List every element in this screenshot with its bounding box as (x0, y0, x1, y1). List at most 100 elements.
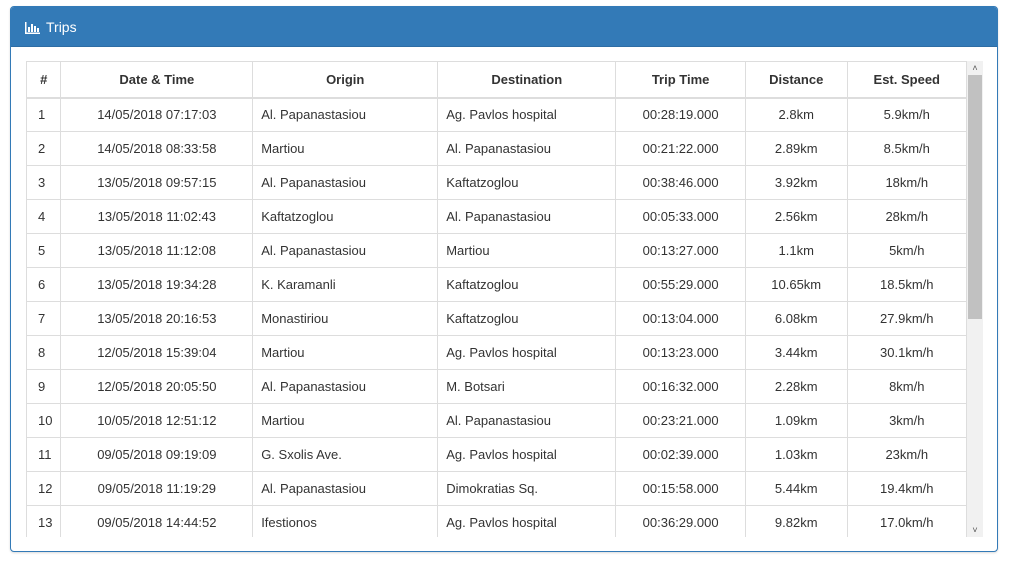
table-row[interactable]: 13 09/05/2018 14:44:52 Ifestionos Ag. Pavlo… (26, 505, 967, 537)
cell-est-speed: 18km/h (846, 165, 967, 200)
cell-destination: Dimokratias Sq. (437, 471, 617, 506)
cell-trip-time: 00:13:04.000 (615, 301, 746, 336)
cell-distance: 6.08km (744, 301, 848, 336)
table-row[interactable]: 1 14/05/2018 07:17:03 Al. Papanastasiou Ag.… (26, 97, 967, 132)
cell-destination: Kaftatzoglou (437, 267, 617, 302)
table-row[interactable]: 3 13/05/2018 09:57:15 Al. Papanastasiou Kaf… (26, 165, 967, 200)
cell-distance: 2.56km (744, 199, 848, 234)
table-row[interactable]: 5 13/05/2018 11:12:08 Al. Papanastasiou Mar… (26, 233, 967, 268)
cell-date-time: 13/05/2018 11:12:08 (60, 233, 254, 268)
cell-distance: 1.1km (744, 233, 848, 268)
cell-destination: Al. Papanastasiou (437, 131, 617, 166)
cell-date-time: 12/05/2018 20:05:50 (60, 369, 254, 404)
cell-distance: 2.89km (744, 131, 848, 166)
cell-destination: Al. Papanastasiou (437, 199, 617, 234)
cell-destination: Ag. Pavlos hospital (437, 437, 617, 472)
cell-est-speed: 30.1km/h (846, 335, 967, 370)
cell-origin: Al. Papanastasiou (252, 471, 439, 506)
cell-index: 9 (26, 369, 62, 404)
bar-chart-icon (25, 21, 40, 34)
cell-trip-time: 00:13:23.000 (615, 335, 746, 370)
cell-distance: 3.44km (744, 335, 848, 370)
cell-origin: Al. Papanastasiou (252, 369, 439, 404)
panel-heading: Trips (11, 7, 997, 47)
cell-trip-time: 00:28:19.000 (615, 97, 746, 132)
cell-index: 13 (26, 505, 62, 537)
cell-origin: Al. Papanastasiou (252, 233, 439, 268)
cell-est-speed: 28km/h (846, 199, 967, 234)
cell-origin: Ifestionos (252, 505, 439, 537)
cell-est-speed: 27.9km/h (846, 301, 967, 336)
cell-index: 12 (26, 471, 62, 506)
cell-index: 5 (26, 233, 62, 268)
cell-origin: Kaftatzoglou (252, 199, 439, 234)
cell-trip-time: 00:21:22.000 (615, 131, 746, 166)
table-row[interactable]: 4 13/05/2018 11:02:43 Kaftatzoglou Al. Papa… (26, 199, 967, 234)
cell-distance: 1.09km (744, 403, 848, 438)
cell-date-time: 09/05/2018 14:44:52 (60, 505, 254, 537)
table-row[interactable]: 11 09/05/2018 09:19:09 G. Sxolis Ave. Ag. P… (26, 437, 967, 472)
panel-title: Trips (46, 18, 77, 35)
column-header-date-time[interactable]: Date & Time (60, 61, 254, 99)
cell-destination: Ag. Pavlos hospital (437, 97, 617, 132)
cell-destination: Al. Papanastasiou (437, 403, 617, 438)
table-header-row: # Date & Time Origin Destination Trip Ti… (26, 61, 967, 99)
cell-trip-time: 00:36:29.000 (615, 505, 746, 537)
cell-distance: 5.44km (744, 471, 848, 506)
chevron-up-icon[interactable]: ˄ (967, 61, 983, 75)
cell-destination: Martiou (437, 233, 617, 268)
cell-distance: 3.92km (744, 165, 848, 200)
cell-origin: K. Karamanli (252, 267, 439, 302)
cell-date-time: 09/05/2018 11:19:29 (60, 471, 254, 506)
column-header-trip-time[interactable]: Trip Time (615, 61, 746, 99)
cell-trip-time: 00:23:21.000 (615, 403, 746, 438)
trips-table-scroll-area[interactable]: # Date & Time Origin Destination Trip Ti… (26, 61, 967, 537)
cell-trip-time: 00:16:32.000 (615, 369, 746, 404)
cell-index: 3 (26, 165, 62, 200)
chevron-down-icon[interactable]: ˅ (967, 523, 983, 537)
cell-date-time: 10/05/2018 12:51:12 (60, 403, 254, 438)
cell-index: 2 (26, 131, 62, 166)
cell-origin: G. Sxolis Ave. (252, 437, 439, 472)
table-row[interactable]: 12 09/05/2018 11:19:29 Al. Papanastasiou Di… (26, 471, 967, 506)
column-header-index[interactable]: # (26, 61, 62, 99)
cell-est-speed: 8.5km/h (846, 131, 967, 166)
cell-index: 7 (26, 301, 62, 336)
cell-trip-time: 00:38:46.000 (615, 165, 746, 200)
cell-date-time: 14/05/2018 08:33:58 (60, 131, 254, 166)
table-row[interactable]: 9 12/05/2018 20:05:50 Al. Papanastasiou M. … (26, 369, 967, 404)
cell-index: 11 (26, 437, 62, 472)
column-header-destination[interactable]: Destination (437, 61, 617, 99)
cell-origin: Martiou (252, 131, 439, 166)
cell-trip-time: 00:02:39.000 (615, 437, 746, 472)
cell-distance: 1.03km (744, 437, 848, 472)
cell-distance: 2.8km (744, 97, 848, 132)
table-body: 1 14/05/2018 07:17:03 Al. Papanastasiou Ag.… (26, 97, 967, 537)
table-row[interactable]: 10 10/05/2018 12:51:12 Martiou Al. Papanast… (26, 403, 967, 438)
scrollbar-thumb[interactable] (968, 75, 982, 319)
table-row[interactable]: 7 13/05/2018 20:16:53 Monastiriou Kaftatzog… (26, 301, 967, 336)
cell-destination: M. Botsari (437, 369, 617, 404)
column-header-est-speed[interactable]: Est. Speed (846, 61, 967, 99)
cell-est-speed: 19.4km/h (846, 471, 967, 506)
cell-origin: Al. Papanastasiou (252, 165, 439, 200)
column-header-origin[interactable]: Origin (252, 61, 439, 99)
cell-origin: Monastiriou (252, 301, 439, 336)
table-row[interactable]: 6 13/05/2018 19:34:28 K. Karamanli Kaftatzo… (26, 267, 967, 302)
cell-destination: Ag. Pavlos hospital (437, 335, 617, 370)
cell-origin: Al. Papanastasiou (252, 97, 439, 132)
cell-trip-time: 00:55:29.000 (615, 267, 746, 302)
cell-origin: Martiou (252, 335, 439, 370)
table-row[interactable]: 2 14/05/2018 08:33:58 Martiou Al. Papanasta… (26, 131, 967, 166)
column-header-distance[interactable]: Distance (744, 61, 848, 99)
cell-trip-time: 00:05:33.000 (615, 199, 746, 234)
panel-body: # Date & Time Origin Destination Trip Ti… (26, 61, 983, 537)
cell-destination: Kaftatzoglou (437, 165, 617, 200)
cell-distance: 10.65km (744, 267, 848, 302)
cell-est-speed: 8km/h (846, 369, 967, 404)
cell-date-time: 13/05/2018 19:34:28 (60, 267, 254, 302)
table-row[interactable]: 8 12/05/2018 15:39:04 Martiou Ag. Pavlos ho… (26, 335, 967, 370)
vertical-scrollbar[interactable]: ˄ ˅ (967, 61, 983, 537)
cell-index: 6 (26, 267, 62, 302)
cell-est-speed: 5km/h (846, 233, 967, 268)
